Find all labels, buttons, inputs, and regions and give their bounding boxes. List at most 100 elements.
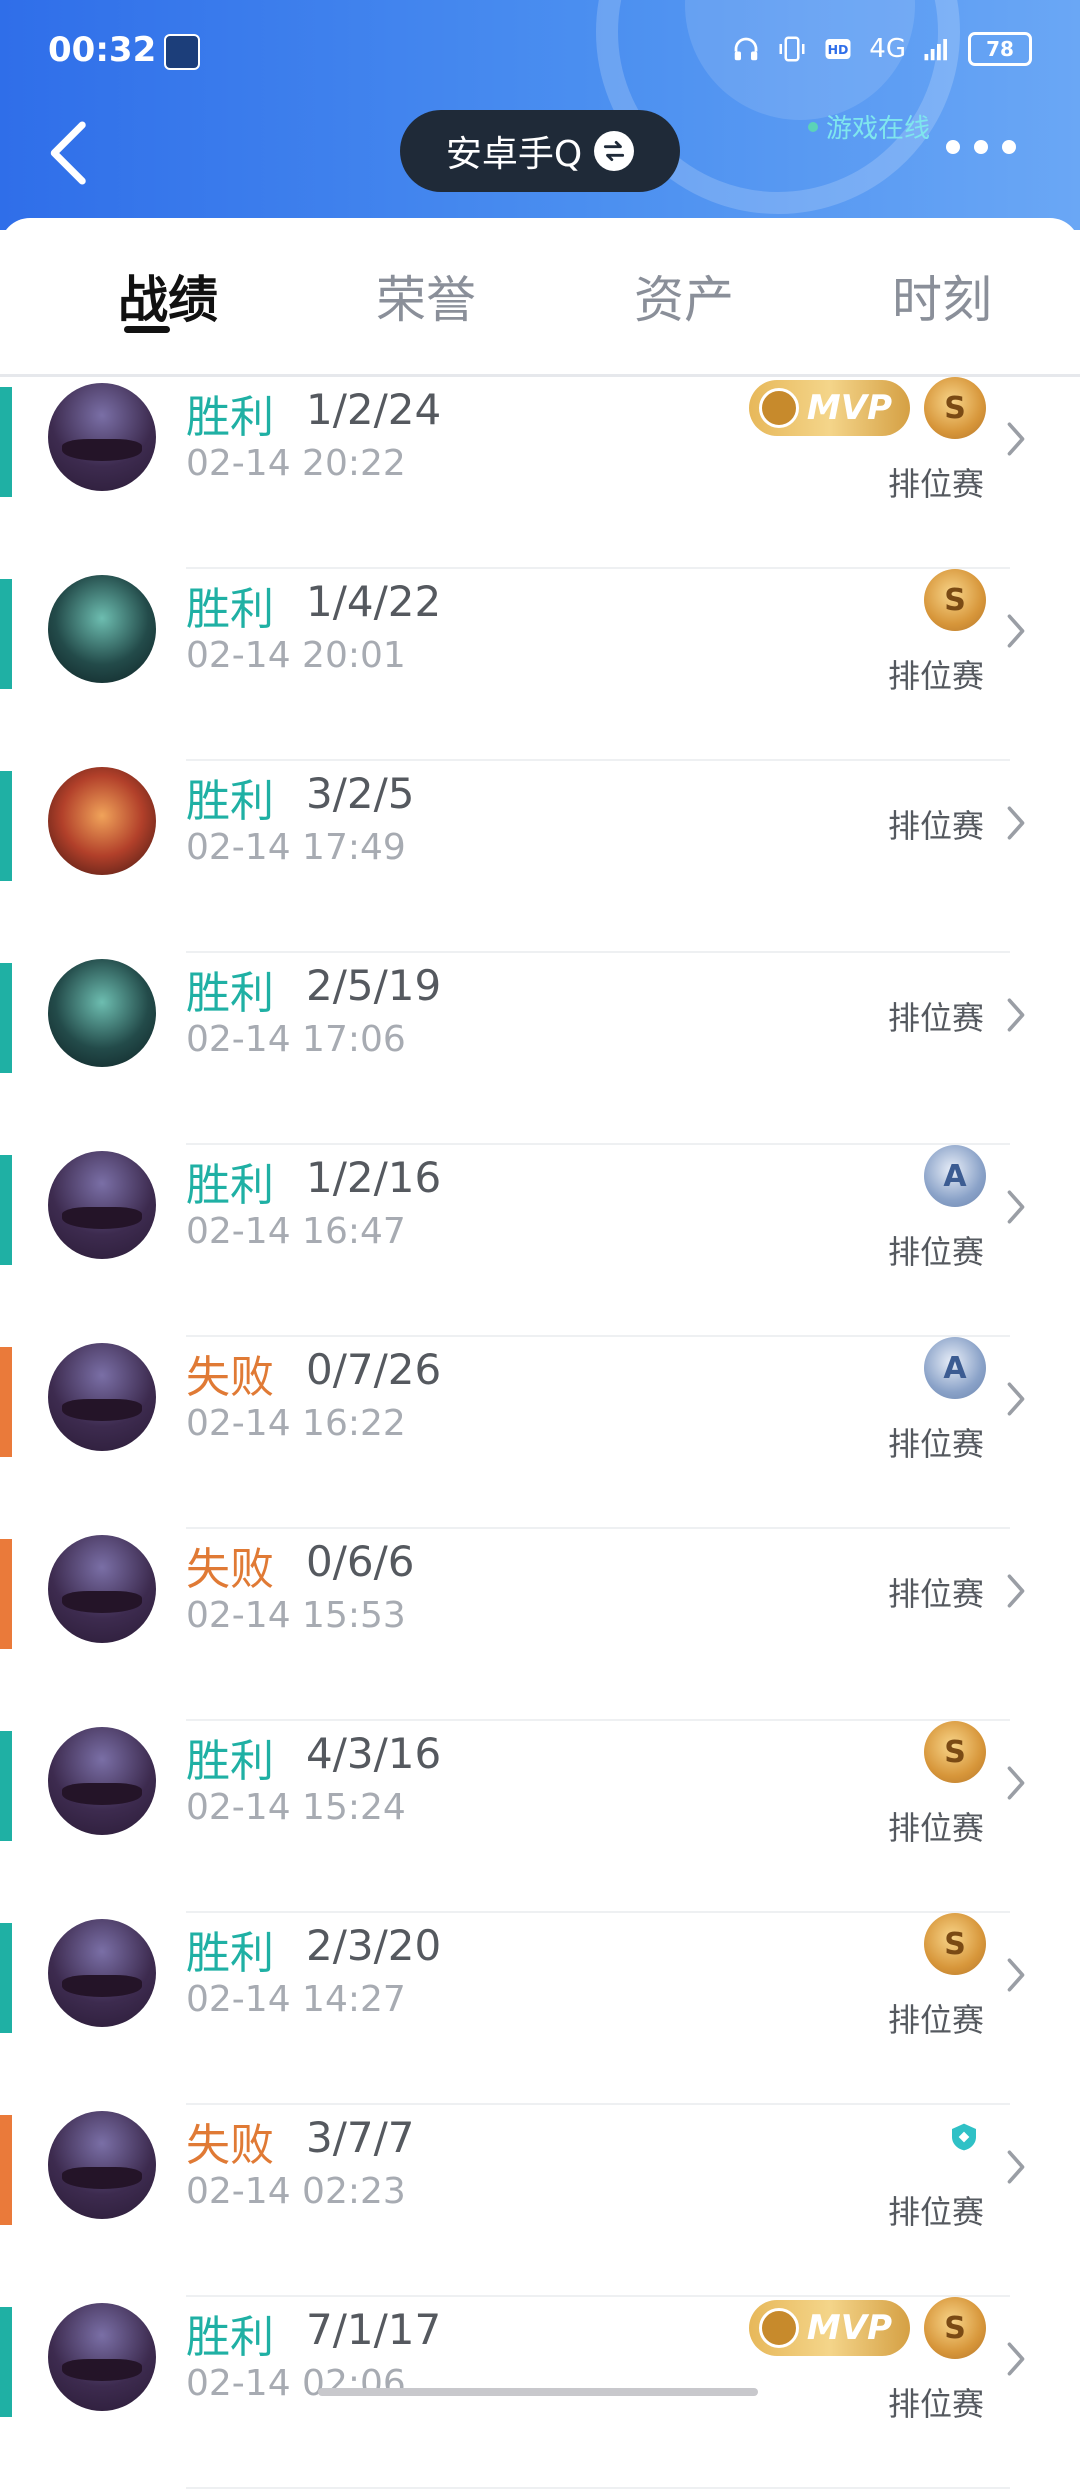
- more-options-button[interactable]: [946, 140, 1016, 160]
- match-badges: S: [924, 1913, 986, 1975]
- avatar-detail: [62, 1783, 142, 1805]
- match-mode: 排位赛: [887, 1425, 984, 1463]
- mvp-badge: MVP: [748, 380, 910, 436]
- tab-record[interactable]: 战绩: [78, 260, 258, 332]
- tab-moments[interactable]: 时刻: [852, 260, 1032, 332]
- dot-icon: [1002, 140, 1016, 154]
- win-indicator-bar: [0, 1155, 12, 1265]
- kda: 3/2/5: [306, 769, 415, 818]
- match-mode: 排位赛: [887, 2001, 984, 2039]
- hero-avatar: [48, 2111, 156, 2219]
- match-mode: 排位赛: [887, 465, 984, 503]
- match-mode: 排位赛: [887, 2193, 984, 2231]
- kda: 1/2/16: [306, 1153, 442, 1202]
- match-mode: 排位赛: [887, 657, 984, 695]
- kda: 1/2/24: [306, 385, 442, 434]
- match-row[interactable]: 失败 0/6/6 02-14 15:53 排位赛: [0, 1529, 1080, 1721]
- battery-indicator: 78: [968, 32, 1032, 66]
- match-mode: 排位赛: [887, 807, 984, 845]
- match-row[interactable]: 胜利 4/3/16 02-14 15:24 S 排位赛: [0, 1721, 1080, 1913]
- match-mode: 排位赛: [887, 999, 984, 1037]
- kda: 2/3/20: [306, 1921, 442, 1970]
- match-time: 02-14 02:06: [186, 2363, 406, 2404]
- win-indicator-bar: [0, 387, 12, 497]
- match-mode: 排位赛: [887, 1233, 984, 1271]
- avatar-detail: [62, 2359, 142, 2381]
- match-row[interactable]: 失败 0/7/26 02-14 16:22 A 排位赛: [0, 1337, 1080, 1529]
- match-time: 02-14 16:22: [186, 1403, 406, 1444]
- match-badges: [948, 2105, 986, 2153]
- win-indicator-bar: [0, 2307, 12, 2417]
- win-indicator-bar: [0, 771, 12, 881]
- tab-assets[interactable]: 资产: [594, 260, 774, 332]
- match-result: 失败: [186, 2120, 274, 2171]
- match-result: 胜利: [186, 392, 274, 443]
- grade-a-medal-icon: A: [924, 1145, 986, 1207]
- account-name: 安卓手Q: [445, 134, 583, 175]
- match-result: 胜利: [186, 584, 274, 635]
- match-badges: MVP S: [748, 2297, 986, 2359]
- match-result: 胜利: [186, 776, 274, 827]
- hd-icon: HD: [825, 39, 851, 59]
- kda: 2/5/19: [306, 961, 442, 1010]
- match-row[interactable]: 胜利 3/2/5 02-14 17:49 排位赛: [0, 761, 1080, 953]
- match-result: 失败: [186, 1544, 274, 1595]
- kda: 1/4/22: [306, 577, 442, 626]
- match-mode: 排位赛: [887, 2385, 984, 2423]
- loss-indicator-bar: [0, 1539, 12, 1649]
- kda: 4/3/16: [306, 1729, 442, 1778]
- match-badges: S: [924, 1721, 986, 1783]
- win-indicator-bar: [0, 579, 12, 689]
- match-row[interactable]: 胜利 2/5/19 02-14 17:06 排位赛: [0, 953, 1080, 1145]
- chevron-right-icon: [1007, 998, 1025, 1032]
- match-time: 02-14 20:01: [186, 635, 406, 676]
- tab-honor[interactable]: 荣誉: [336, 260, 516, 332]
- chevron-right-icon: [1007, 422, 1025, 456]
- avatar-detail: [62, 2167, 142, 2189]
- hero-avatar: [48, 959, 156, 1067]
- match-row[interactable]: 失败 3/7/7 02-14 02:23 排位赛: [0, 2105, 1080, 2297]
- hero-avatar: [48, 1343, 156, 1451]
- grade-s-medal-icon: S: [924, 1721, 986, 1783]
- match-row[interactable]: 胜利 1/2/24 02-14 20:22 MVP S 排位赛: [0, 377, 1080, 569]
- avatar-detail: [62, 1591, 142, 1613]
- match-result: 胜利: [186, 1736, 274, 1787]
- match-time: 02-14 15:53: [186, 1595, 406, 1636]
- svg-text:HD: HD: [828, 42, 849, 57]
- vibrate-icon: [779, 36, 805, 62]
- account-switcher[interactable]: 安卓手Q: [400, 110, 680, 192]
- chevron-right-icon: [1007, 1958, 1025, 1992]
- grade-s-medal-icon: S: [924, 569, 986, 631]
- headphones-icon: [734, 37, 758, 61]
- match-mode: 排位赛: [887, 1575, 984, 1613]
- hero-avatar: [48, 1151, 156, 1259]
- grade-s-medal-icon: S: [924, 1913, 986, 1975]
- match-row[interactable]: 胜利 1/4/22 02-14 20:01 S 排位赛: [0, 569, 1080, 761]
- grade-a-medal-icon: A: [924, 1337, 986, 1399]
- match-result: 胜利: [186, 1160, 274, 1211]
- win-indicator-bar: [0, 1923, 12, 2033]
- match-row[interactable]: 胜利 1/2/16 02-14 16:47 A 排位赛: [0, 1145, 1080, 1337]
- mvp-diamond-icon: [758, 2308, 799, 2348]
- hero-avatar: [48, 1727, 156, 1835]
- network-type: 4G: [869, 34, 906, 64]
- hero-avatar: [48, 1919, 156, 2027]
- win-indicator-bar: [0, 1731, 12, 1841]
- match-badges: S: [924, 569, 986, 631]
- back-button[interactable]: [40, 118, 100, 188]
- avatar-detail: [62, 1399, 142, 1421]
- match-mode: 排位赛: [887, 1809, 984, 1847]
- match-badges: A: [924, 1337, 986, 1399]
- chevron-right-icon: [1007, 614, 1025, 648]
- chevron-right-icon: [1007, 1766, 1025, 1800]
- avatar-detail: [62, 1975, 142, 1997]
- loss-indicator-bar: [0, 2115, 12, 2225]
- match-time: 02-14 17:06: [186, 1019, 406, 1060]
- home-indicator: [318, 2388, 758, 2396]
- hero-avatar: [48, 383, 156, 491]
- match-time: 02-14 20:22: [186, 443, 406, 484]
- status-icons: HD 4G 78: [731, 32, 1032, 66]
- hero-avatar: [48, 1535, 156, 1643]
- match-row[interactable]: 胜利 2/3/20 02-14 14:27 S 排位赛: [0, 1913, 1080, 2105]
- kda: 3/7/7: [306, 2113, 415, 2162]
